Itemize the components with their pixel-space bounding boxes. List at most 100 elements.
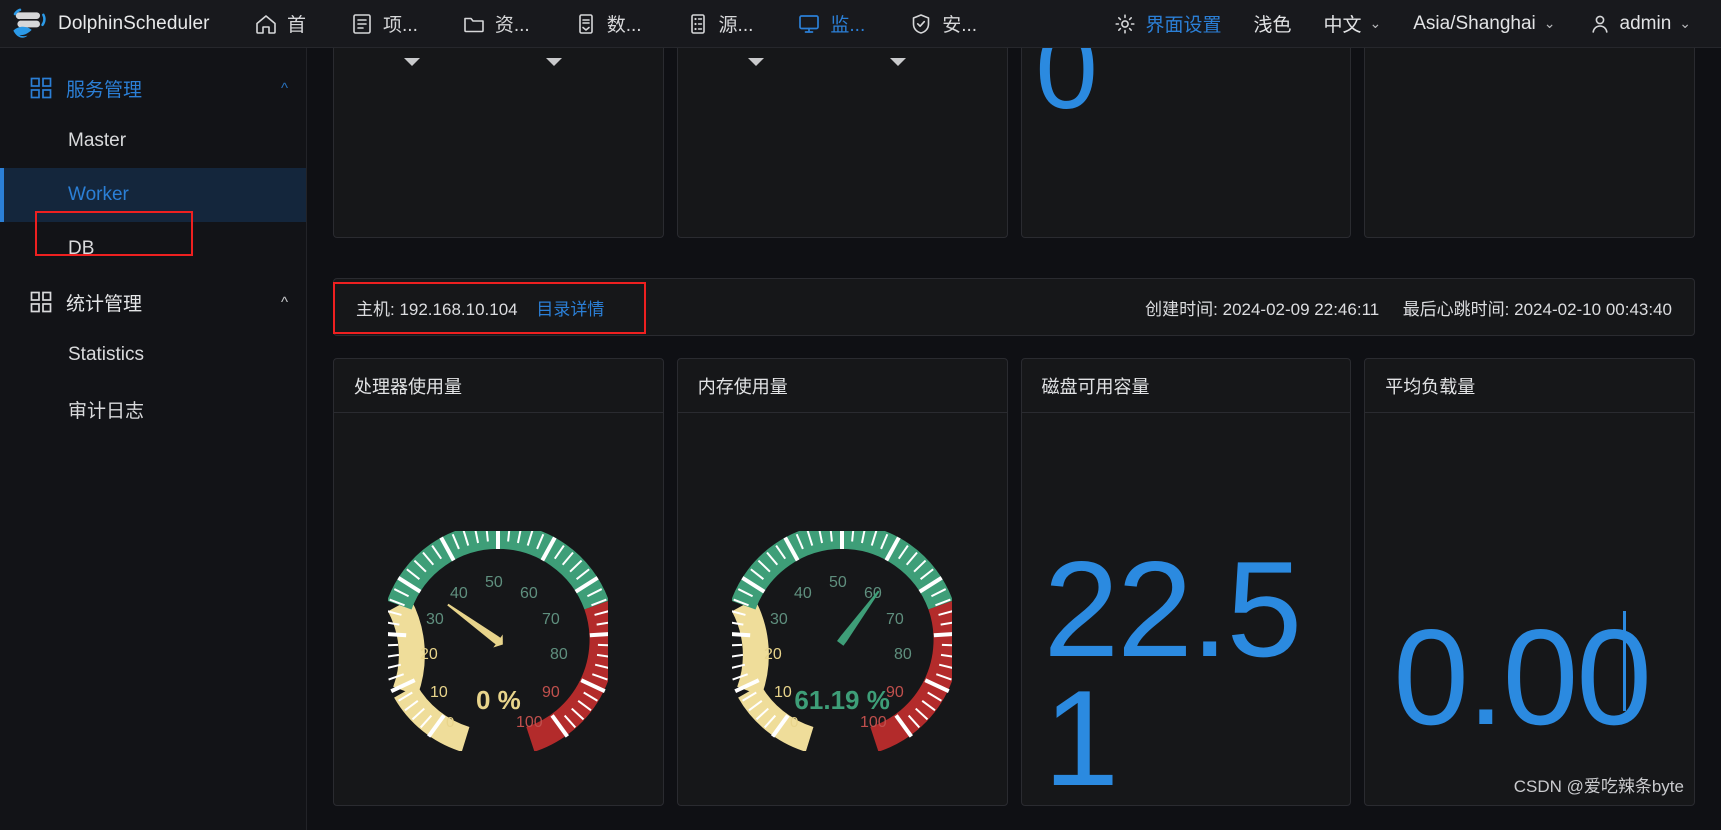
database-icon [578, 13, 593, 34]
sidebar-item-db[interactable]: DB [0, 222, 306, 276]
metric-card-disk: 磁盘可用容量 22.5 1 [1020, 358, 1352, 806]
nav-item-resource[interactable]: 资... [440, 0, 552, 48]
directory-detail-link[interactable]: 目录详情 [536, 300, 604, 319]
sidebar-group-statistics-management[interactable]: 统计管理 ^ [0, 276, 306, 328]
nav-item-datasource-label: 源... [718, 15, 754, 36]
shield-check-icon [912, 13, 930, 34]
host-timestamps: 创建时间: 2024-02-09 22:46:11 最后心跳时间: 2024-0… [1145, 295, 1672, 320]
svg-text:30: 30 [770, 611, 788, 628]
svg-text:20: 20 [420, 646, 438, 663]
triangle-marker-icon [404, 58, 420, 66]
svg-text:70: 70 [886, 611, 904, 628]
chevron-down-icon: ⌄ [1369, 15, 1382, 31]
metric-card-disk-title: 磁盘可用容量 [1021, 359, 1351, 413]
metric-card-load-body: 0.00 CSDN @爱吃辣条byte [1365, 413, 1694, 805]
metric-card-load-title: 平均负载量 [1365, 359, 1694, 413]
nav-item-datasource[interactable]: 源... [664, 0, 776, 48]
nav-right-group: 界面设置 浅色 中文 ⌄ Asia/Shanghai ⌄ admin ⌄ [1097, 0, 1721, 48]
svg-text:50: 50 [485, 574, 503, 591]
timezone-select[interactable]: Asia/Shanghai ⌄ [1397, 0, 1571, 48]
nav-item-project[interactable]: 项... [328, 0, 440, 48]
metric-card-memory-body: 0 10 20 30 40 50 60 70 80 90 100 61.19 % [678, 413, 1007, 805]
ui-settings-button[interactable]: 界面设置 [1097, 0, 1237, 48]
svg-text:100: 100 [516, 714, 543, 731]
nav-item-project-label: 项... [383, 15, 418, 36]
sidebar-item-statistics-label: Statistics [68, 344, 145, 365]
gauge-icon: 0 10 20 30 40 50 60 70 80 90 100 [732, 531, 953, 751]
top-card-3-value: 0 [1035, 48, 1098, 132]
grid-icon [30, 291, 52, 313]
project-list-icon [353, 13, 371, 34]
sidebar-item-statistics[interactable]: Statistics [0, 328, 306, 382]
chevron-down-icon: ⌄ [1543, 15, 1556, 31]
metric-card-disk-body: 22.5 1 [1022, 413, 1351, 805]
svg-text:20: 20 [764, 646, 782, 663]
metric-card-cpu-title: 处理器使用量 [334, 359, 663, 413]
dolphin-logo-icon [13, 8, 46, 38]
nav-item-monitor-label: 监... [830, 15, 866, 36]
top-navigation-bar: DolphinScheduler 首 项... 资... 数... 源... 监… [0, 0, 1721, 48]
sidebar-item-worker-label: Worker [68, 184, 129, 205]
chevron-up-icon[interactable]: ^ [281, 294, 288, 311]
disk-value-line2: 1 [1043, 662, 1120, 806]
sidebar-group-statistics-management-label: 统计管理 [66, 293, 143, 315]
sidebar-item-audit-log[interactable]: 审计日志 [0, 382, 306, 436]
nav-items: 首 项... 资... 数... 源... 监... 安... [232, 0, 999, 48]
nav-item-security[interactable]: 安... [887, 0, 999, 48]
sidebar-item-master-label: Master [68, 130, 127, 151]
theme-toggle[interactable]: 浅色 [1237, 0, 1307, 48]
chevron-up-icon[interactable]: ^ [281, 80, 288, 97]
text-cursor [1623, 611, 1627, 711]
sidebar-group-service-management-label: 服务管理 [66, 79, 143, 101]
chevron-down-icon: ⌄ [1679, 15, 1691, 31]
sidebar: 服务管理 ^ Master Worker DB 统计管理 ^ Statistic… [0, 48, 307, 830]
sidebar-item-master[interactable]: Master [0, 114, 306, 168]
brand[interactable]: DolphinScheduler [0, 7, 232, 41]
disk-available-value: 22.5 1 [1043, 541, 1303, 806]
nav-item-security-label: 安... [942, 15, 978, 36]
top-card-2 [676, 48, 1008, 238]
top-card-3: 0 [1020, 48, 1352, 238]
user-menu[interactable]: admin ⌄ [1572, 0, 1707, 48]
triangle-marker-icon [747, 58, 764, 66]
svg-text:80: 80 [550, 646, 568, 663]
last-heartbeat-label: 最后心跳时间: 2024-02-10 00:43:40 [1402, 299, 1672, 319]
host-address: 主机: 192.168.10.104 目录详情 [356, 295, 604, 320]
theme-label: 浅色 [1253, 15, 1292, 36]
sidebar-group-service-management[interactable]: 服务管理 ^ [0, 62, 306, 114]
datasource-icon [690, 13, 705, 34]
nav-item-monitor[interactable]: 监... [775, 0, 887, 48]
grid-icon [30, 77, 52, 99]
svg-text:40: 40 [450, 585, 468, 602]
brand-name: DolphinScheduler [58, 12, 210, 34]
ui-settings-label: 界面设置 [1145, 15, 1222, 36]
cpu-usage-value: 0 % [475, 685, 521, 715]
triangle-marker-icon [889, 58, 906, 66]
create-time-label: 创建时间: 2024-02-09 22:46:11 [1145, 299, 1380, 319]
sidebar-item-worker[interactable]: Worker [0, 168, 306, 222]
nav-item-home[interactable]: 首 [232, 0, 328, 48]
svg-text:100: 100 [860, 714, 887, 731]
user-icon [1591, 15, 1608, 33]
sidebar-item-audit-log-label: 审计日志 [68, 400, 145, 422]
cpu-gauge: 0 10 20 30 40 50 60 70 80 90 100 [334, 531, 663, 751]
memory-gauge: 0 10 20 30 40 50 60 70 80 90 100 [678, 531, 1007, 751]
triangle-marker-icon [546, 58, 562, 66]
user-label: admin [1619, 12, 1672, 34]
metric-card-cpu-body: 0 10 20 30 40 50 60 70 80 90 100 0 % [334, 413, 663, 805]
home-icon [256, 14, 276, 34]
watermark-text: CSDN @爱吃辣条byte [1513, 777, 1684, 796]
host-info-bar: 主机: 192.168.10.104 目录详情 创建时间: 2024-02-09… [333, 278, 1695, 336]
metric-card-cpu: 处理器使用量 0 10 20 30 40 50 60 70 80 90 100 … [333, 358, 664, 806]
dolphinscheduler-worker-monitor-page: DolphinScheduler 首 项... 资... 数... 源... 监… [0, 0, 1721, 830]
host-address-label: 主机: 192.168.10.104 [356, 299, 518, 319]
nav-item-resource-label: 资... [494, 15, 530, 36]
folder-icon [464, 17, 484, 32]
svg-text:0: 0 [446, 714, 454, 731]
nav-item-data-label: 数... [606, 15, 642, 36]
svg-text:60: 60 [520, 585, 538, 602]
language-select[interactable]: 中文 ⌄ [1307, 0, 1397, 48]
nav-item-data[interactable]: 数... [552, 0, 664, 48]
top-metric-row: 0 [307, 48, 1721, 238]
main-content: 0 主机: 192.168.10.104 目录详情 创建时间: 2024-02-… [307, 48, 1721, 830]
